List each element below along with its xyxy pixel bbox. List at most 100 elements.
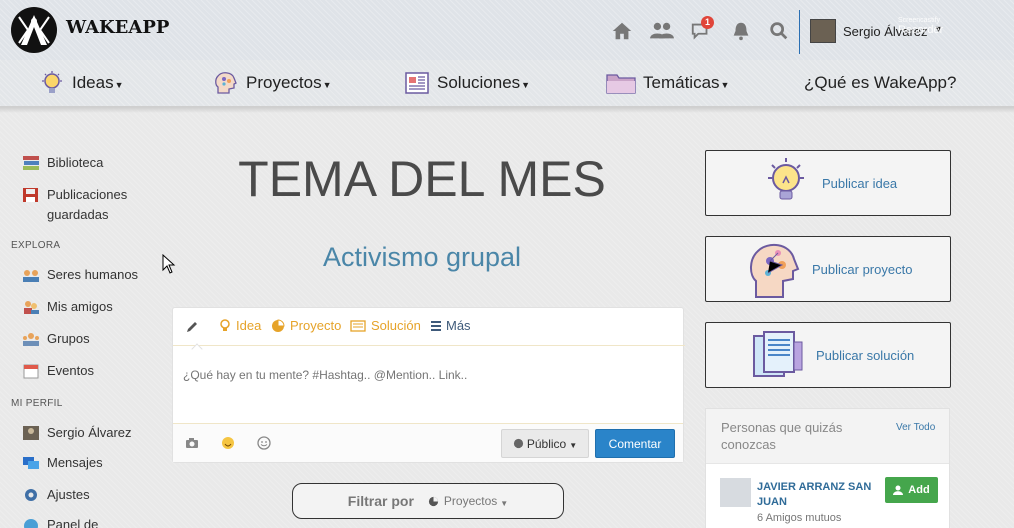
- people-header: Personas que quizás conozcas Ver Todo: [706, 409, 949, 464]
- section-heading-perfil: MI PERFIL: [11, 398, 63, 409]
- people-suggestions: Personas que quizás conozcas Ver Todo JA…: [705, 408, 950, 528]
- mutual-friends: 6 Amigos mutuos: [757, 512, 842, 524]
- lightbulb-icon: [768, 158, 804, 200]
- books-icon: [23, 156, 39, 170]
- nav-proyectos-label: Proyectos: [246, 73, 322, 92]
- section-heading-explora: EXPLORA: [11, 240, 61, 251]
- chevron-down-icon: ▼: [500, 498, 509, 508]
- tab-label: Solución: [371, 318, 421, 333]
- sidebar-item-label: Publicaciones guardadas: [47, 187, 128, 222]
- sidebar-item-label: Panel de: [47, 517, 99, 528]
- main-nav: Ideas ▼ Proyectos ▼ Soluciones ▼ Temáticas ▼…: [0, 60, 1014, 107]
- tab-label: Idea: [236, 318, 262, 333]
- avatar[interactable]: [720, 478, 751, 507]
- publish-solution-button[interactable]: Publicar solución: [705, 322, 951, 388]
- sidebar-item-guardadas[interactable]: Publicaciones guardadas: [22, 187, 142, 225]
- publish-idea-label: Publicar idea: [822, 175, 898, 191]
- people-icon: [23, 270, 39, 282]
- privacy-label: Público: [526, 436, 567, 451]
- sidebar-item-profile[interactable]: Sergio Álvarez: [22, 425, 132, 441]
- newspaper-icon: [405, 72, 429, 94]
- camera-icon[interactable]: [185, 436, 199, 450]
- sidebar-item-panel[interactable]: Panel de: [22, 517, 98, 528]
- add-label: Add: [908, 484, 930, 496]
- tab-idea[interactable]: Idea: [219, 318, 261, 333]
- page-subtitle[interactable]: Activismo grupal: [172, 242, 672, 273]
- smiley-icon[interactable]: [257, 436, 271, 450]
- divider: [799, 10, 800, 54]
- chevron-down-icon: ▼: [720, 80, 730, 90]
- folder-icon: [606, 74, 636, 94]
- lightbulb-icon: [42, 71, 62, 93]
- avatar[interactable]: [810, 19, 836, 43]
- page-title: TEMA DEL MES: [238, 151, 606, 207]
- tab-label: Proyecto: [290, 318, 342, 333]
- sidebar-item-ajustes[interactable]: Ajustes: [22, 487, 90, 503]
- publish-solution-label: Publicar solución: [816, 347, 915, 363]
- friends-icon: [24, 301, 39, 314]
- nav-ideas[interactable]: Ideas ▼: [38, 68, 124, 98]
- nav-tematicas-label: Temáticas: [643, 73, 720, 92]
- sidebar-item-seres-humanos[interactable]: Seres humanos: [22, 267, 138, 283]
- messages-icon: [23, 457, 39, 469]
- sidebar-item-label: Grupos: [47, 331, 90, 346]
- composer-tabs: Idea Proyecto Solución Más: [173, 308, 685, 355]
- sidebar-item-label: Biblioteca: [47, 155, 104, 170]
- composer-toolbar: Público ▼ Comentar: [173, 423, 683, 462]
- brand-name[interactable]: WAKEAPP: [66, 17, 169, 38]
- wakeapp-logo[interactable]: [11, 7, 57, 53]
- documents-icon: [753, 331, 803, 377]
- tab-mas[interactable]: Más: [430, 318, 471, 333]
- nav-que-es[interactable]: ¿Qué es WakeApp?: [804, 68, 956, 98]
- tab-proyecto[interactable]: Proyecto: [271, 318, 341, 333]
- chevron-down-icon: ▼: [322, 80, 332, 90]
- recorder-watermark: Screencastify Recorder: [898, 17, 943, 36]
- filter-bar[interactable]: Filtrar por Proyectos ▼: [292, 483, 564, 519]
- see-all-link[interactable]: Ver Todo: [896, 422, 935, 433]
- pie-icon: [272, 318, 285, 332]
- pie-icon: [428, 496, 439, 506]
- filter-option: Proyectos: [443, 494, 498, 508]
- nav-tematicas[interactable]: Temáticas ▼: [605, 68, 729, 98]
- search-icon[interactable]: [768, 20, 790, 42]
- chevron-down-icon: ▼: [114, 80, 124, 90]
- bell-icon[interactable]: [730, 20, 752, 42]
- tab-solucion[interactable]: Solución: [350, 318, 421, 333]
- notification-badge: 1: [701, 16, 714, 29]
- head-network-icon: [215, 72, 237, 94]
- sidebar-item-mensajes[interactable]: Mensajes: [22, 455, 103, 471]
- tab-label: Más: [446, 318, 471, 333]
- sidebar-item-mis-amigos[interactable]: Mis amigos: [22, 299, 113, 315]
- logo-icon: [18, 15, 50, 45]
- pencil-icon[interactable]: [185, 320, 199, 334]
- sidebar-item-grupos[interactable]: Grupos: [22, 331, 90, 347]
- people-title: Personas que quizás conozcas: [721, 420, 843, 452]
- publish-project-button[interactable]: Publicar proyecto: [705, 236, 951, 302]
- sidebar-item-label: Mis amigos: [47, 299, 113, 314]
- top-bar: WAKEAPP 1 Sergio Álvarez ▼ Screencastify…: [0, 0, 1014, 60]
- nav-soluciones[interactable]: Soluciones ▼: [403, 68, 530, 98]
- nav-ideas-label: Ideas: [72, 73, 114, 92]
- list-icon: [431, 320, 441, 331]
- sidebar-item-label: Sergio Álvarez: [47, 425, 132, 440]
- head-network-icon: [750, 243, 800, 298]
- comment-button[interactable]: Comentar: [595, 429, 675, 458]
- groups-icon[interactable]: [649, 20, 675, 42]
- nav-shadow: [0, 107, 1014, 113]
- home-icon[interactable]: [611, 20, 633, 42]
- active-tab-indicator: [191, 343, 203, 355]
- floppy-disk-icon: [23, 188, 38, 202]
- sidebar-item-biblioteca[interactable]: Biblioteca: [22, 155, 103, 171]
- sidebar-item-eventos[interactable]: Eventos: [22, 363, 94, 379]
- emoji-icon[interactable]: [221, 436, 235, 450]
- gear-icon: [25, 489, 37, 501]
- person-name[interactable]: JAVIER ARRANZ SAN JUAN: [757, 480, 882, 510]
- post-input[interactable]: [183, 368, 663, 382]
- nav-soluciones-label: Soluciones: [437, 73, 521, 92]
- publish-idea-button[interactable]: Publicar idea: [705, 150, 951, 216]
- add-friend-button[interactable]: Add: [885, 477, 938, 503]
- sidebar-item-label: Eventos: [47, 363, 94, 378]
- nav-proyectos[interactable]: Proyectos ▼: [212, 68, 332, 98]
- newspaper-icon: [350, 319, 366, 332]
- privacy-select[interactable]: Público ▼: [501, 429, 589, 458]
